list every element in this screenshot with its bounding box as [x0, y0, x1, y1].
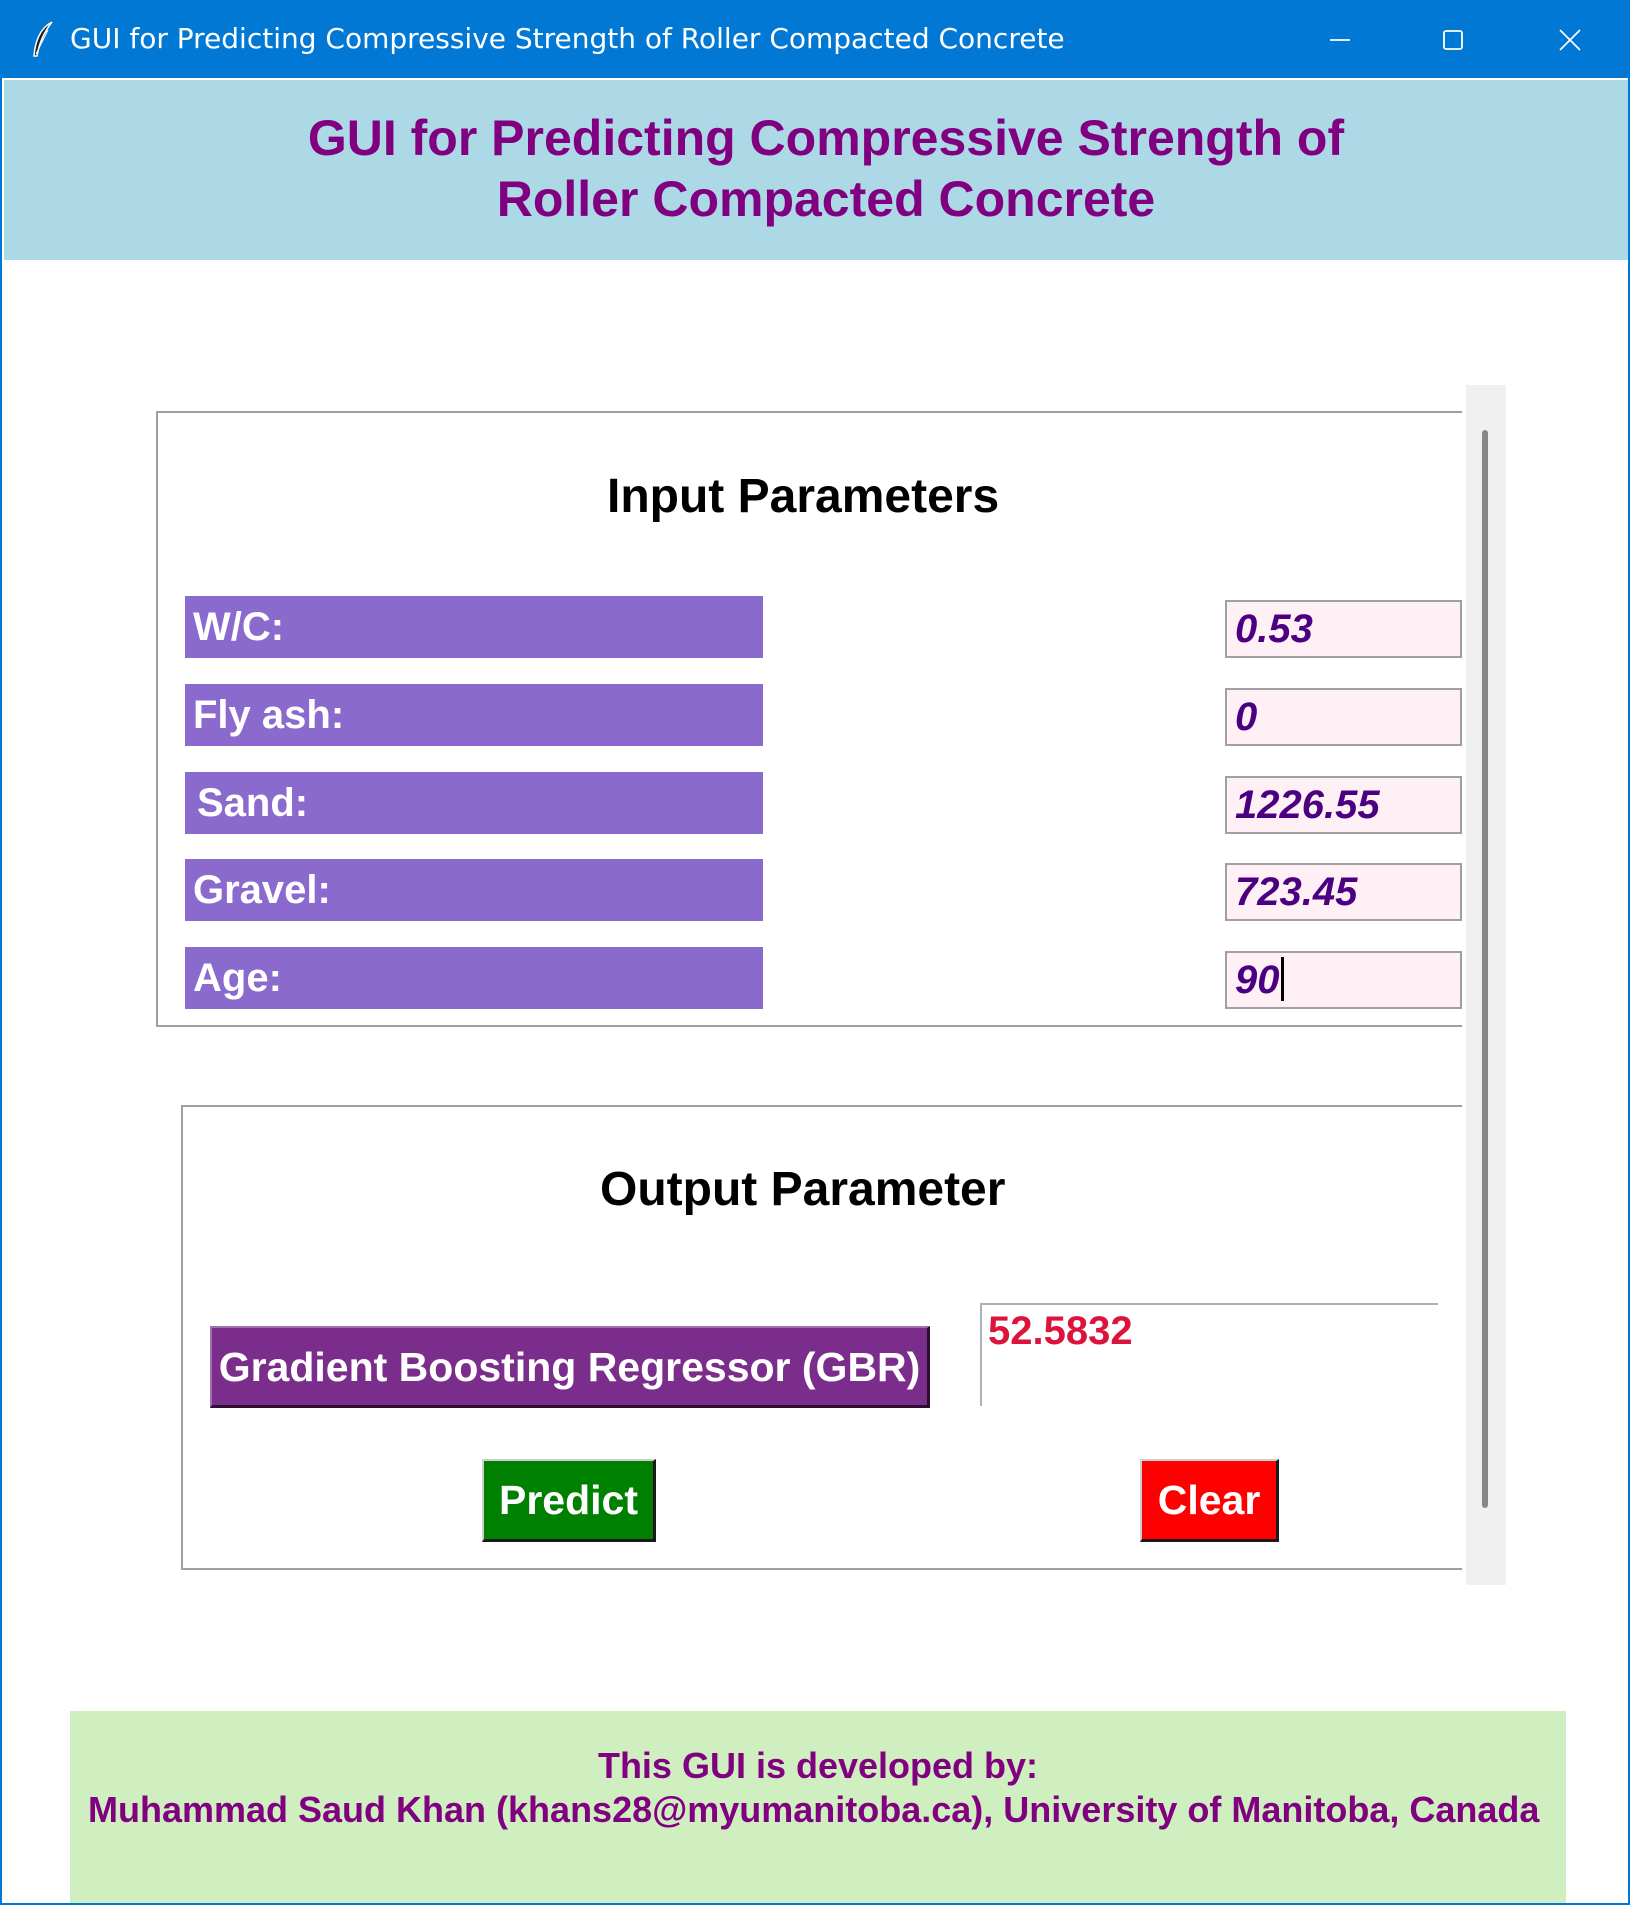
minimize-button[interactable]: [1282, 2, 1398, 78]
maximize-button[interactable]: [1395, 2, 1511, 78]
maximize-icon: [1443, 30, 1463, 50]
footer-developed-by: This GUI is developed by:: [597, 1745, 1039, 1786]
param-entry-fly-ash[interactable]: 0: [1225, 688, 1462, 746]
text-cursor: [1280, 957, 1284, 1002]
page-title: GUI for Predicting Compressive Strength …: [4, 108, 1628, 230]
title-bar[interactable]: GUI for Predicting Compressive Strength …: [2, 2, 1628, 78]
param-label-age: Age:: [185, 947, 763, 1009]
page-title-line-2: Roller Compacted Concrete: [496, 171, 1156, 227]
scrollbar-thumb[interactable]: [1482, 430, 1488, 1508]
param-entry-gravel[interactable]: 723.45: [1225, 863, 1462, 921]
close-icon: [1559, 29, 1581, 51]
param-label-wc: W/C:: [185, 596, 763, 658]
input-section-title: Input Parameters: [607, 470, 1000, 523]
param-entry-sand[interactable]: 1226.55: [1225, 776, 1462, 834]
param-label-gravel: Gravel:: [185, 859, 763, 921]
output-section-title: Output Parameter: [600, 1163, 1006, 1216]
clear-button[interactable]: Clear: [1140, 1459, 1279, 1542]
header-banner: GUI for Predicting Compressive Strength …: [4, 80, 1628, 260]
window-title: GUI for Predicting Compressive Strength …: [70, 22, 1065, 55]
param-label-fly-ash: Fly ash:: [185, 684, 763, 746]
model-gbr-button[interactable]: Gradient Boosting Regressor (GBR): [210, 1326, 930, 1408]
feather-icon: [33, 21, 53, 57]
footer-author: Muhammad Saud Khan (khans28@myumanitoba.…: [88, 1789, 1540, 1830]
param-entry-age[interactable]: 90: [1225, 951, 1462, 1009]
page-title-line-1: GUI for Predicting Compressive Strength …: [307, 110, 1345, 166]
param-entry-wc[interactable]: 0.53: [1225, 600, 1462, 658]
minimize-icon: [1330, 39, 1350, 41]
param-label-sand: Sand:: [185, 772, 763, 834]
app-window: GUI for Predicting Compressive Strength …: [0, 0, 1630, 1905]
footer-credits: This GUI is developed by: Muhammad Saud …: [70, 1711, 1566, 1903]
predict-button[interactable]: Predict: [482, 1459, 656, 1542]
close-button[interactable]: [1512, 2, 1628, 78]
param-entry-age-value: 90: [1235, 958, 1280, 1002]
prediction-value: 52.5832: [988, 1309, 1133, 1353]
prediction-output: 52.5832: [980, 1303, 1438, 1406]
